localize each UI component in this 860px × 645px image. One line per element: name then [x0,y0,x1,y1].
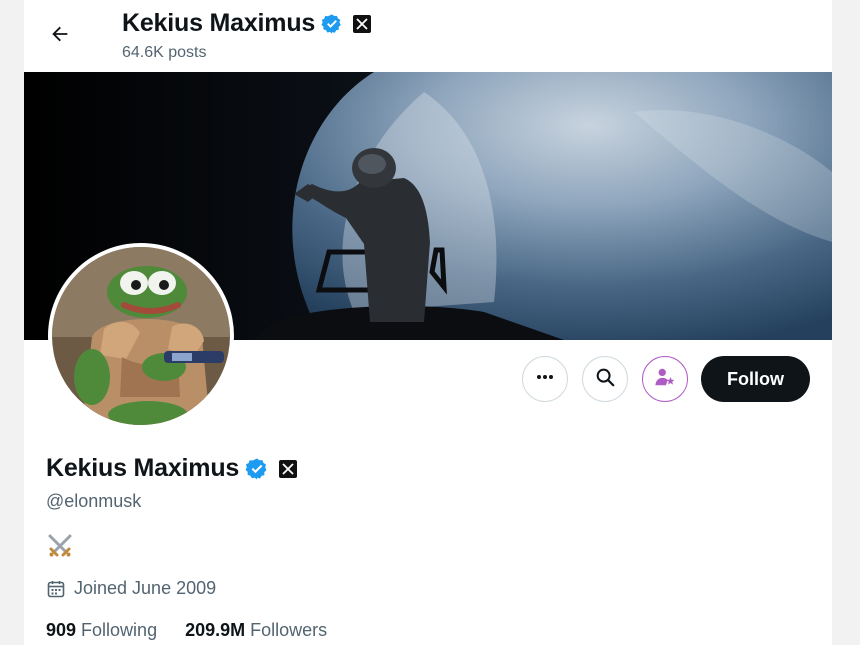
more-button[interactable] [522,356,568,402]
verified-badge-icon[interactable] [321,13,343,35]
more-icon [535,367,555,392]
following-link[interactable]: 909 Following [46,620,157,641]
followers-label: Followers [250,620,328,640]
bio-crossed-swords-icon [46,532,74,560]
follow-button[interactable]: Follow [701,356,810,402]
arrow-left-icon [49,23,71,50]
verified-badge-icon[interactable] [245,457,269,481]
profile-avatar-frame [48,243,234,429]
followers-count: 209.9M [185,620,246,640]
avatar[interactable] [52,247,230,425]
x-affiliate-badge-icon[interactable] [279,459,298,478]
joined-text: Joined June 2009 [74,578,217,598]
subscribe-button[interactable] [642,356,688,402]
back-button[interactable] [42,18,78,54]
following-label: Following [81,620,158,640]
x-affiliate-badge-icon[interactable] [353,14,372,33]
calendar-icon [46,579,66,599]
profile-page: Kekius Maximus 64.6K posts Follow Kekius… [24,0,832,645]
profile-name-row: Kekius Maximus [46,454,298,483]
joined-date: Joined June 2009 [46,578,216,599]
follow-stats: 909 Following 209.9M Followers [46,620,327,641]
followers-link[interactable]: 209.9M Followers [185,620,327,641]
profile-name: Kekius Maximus [46,454,240,482]
header-name-row: Kekius Maximus [122,9,372,38]
search-icon [594,366,616,393]
profile-handle: @elonmusk [46,491,142,511]
search-posts-button[interactable] [582,356,628,402]
header-name: Kekius Maximus [122,9,316,37]
following-count: 909 [46,620,77,640]
top-bar: Kekius Maximus 64.6K posts [24,0,832,72]
post-count: 64.6K posts [122,44,207,61]
subscribe-icon [654,366,676,393]
